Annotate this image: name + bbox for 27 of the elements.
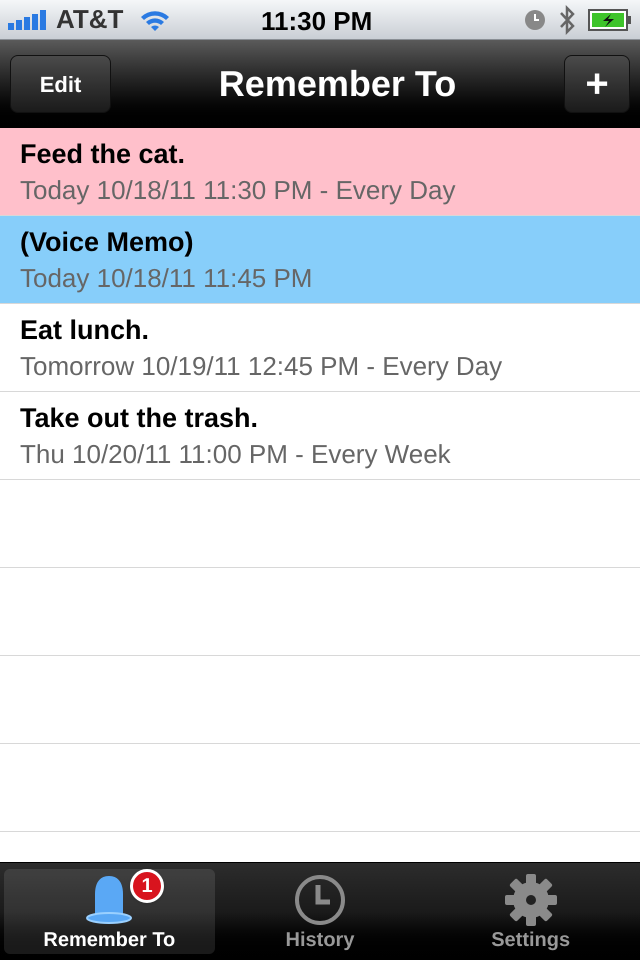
tab-label: Remember To (43, 928, 176, 952)
nav-title: Remember To (218, 62, 456, 106)
add-button[interactable]: + (564, 55, 630, 113)
notification-badge: 1 (130, 869, 164, 903)
reminder-time: Thu 10/20/11 11:00 PM - Every Week (20, 438, 452, 470)
reminder-time: Today 10/18/11 11:30 PM - Every Day (20, 174, 456, 206)
reminder-title: Feed the cat. (20, 138, 186, 170)
reminder-row[interactable]: (Voice Memo) Today 10/18/11 11:45 PM (0, 216, 640, 304)
clock-icon (524, 8, 546, 30)
tab-bar-item[interactable]: Settings (425, 869, 636, 954)
edit-button[interactable]: Edit (10, 55, 111, 113)
gear-icon (504, 874, 557, 926)
tab-label: History (286, 928, 354, 952)
reminder-time: Tomorrow 10/19/11 12:45 PM - Every Day (20, 350, 504, 382)
carrier-name: AT&T (56, 3, 124, 36)
battery-icon (588, 8, 632, 30)
clock-icon (294, 874, 346, 926)
tab-label: Settings (491, 928, 570, 952)
bluetooth-icon (558, 4, 576, 34)
reminder-title: Take out the trash. (20, 402, 260, 434)
reminder-time: Today 10/18/11 11:45 PM (20, 262, 314, 294)
tab-bar-item[interactable]: Remember To 1 (4, 869, 215, 954)
reminder-title: (Voice Memo) (20, 226, 195, 259)
reminder-row[interactable]: Feed the cat. Today 10/18/11 11:30 PM - Every Day (0, 128, 640, 216)
status-time: 11:30 PM (261, 5, 372, 38)
reminder-title: Eat lunch. (20, 314, 150, 346)
tab-bar-item[interactable]: History (214, 869, 426, 954)
